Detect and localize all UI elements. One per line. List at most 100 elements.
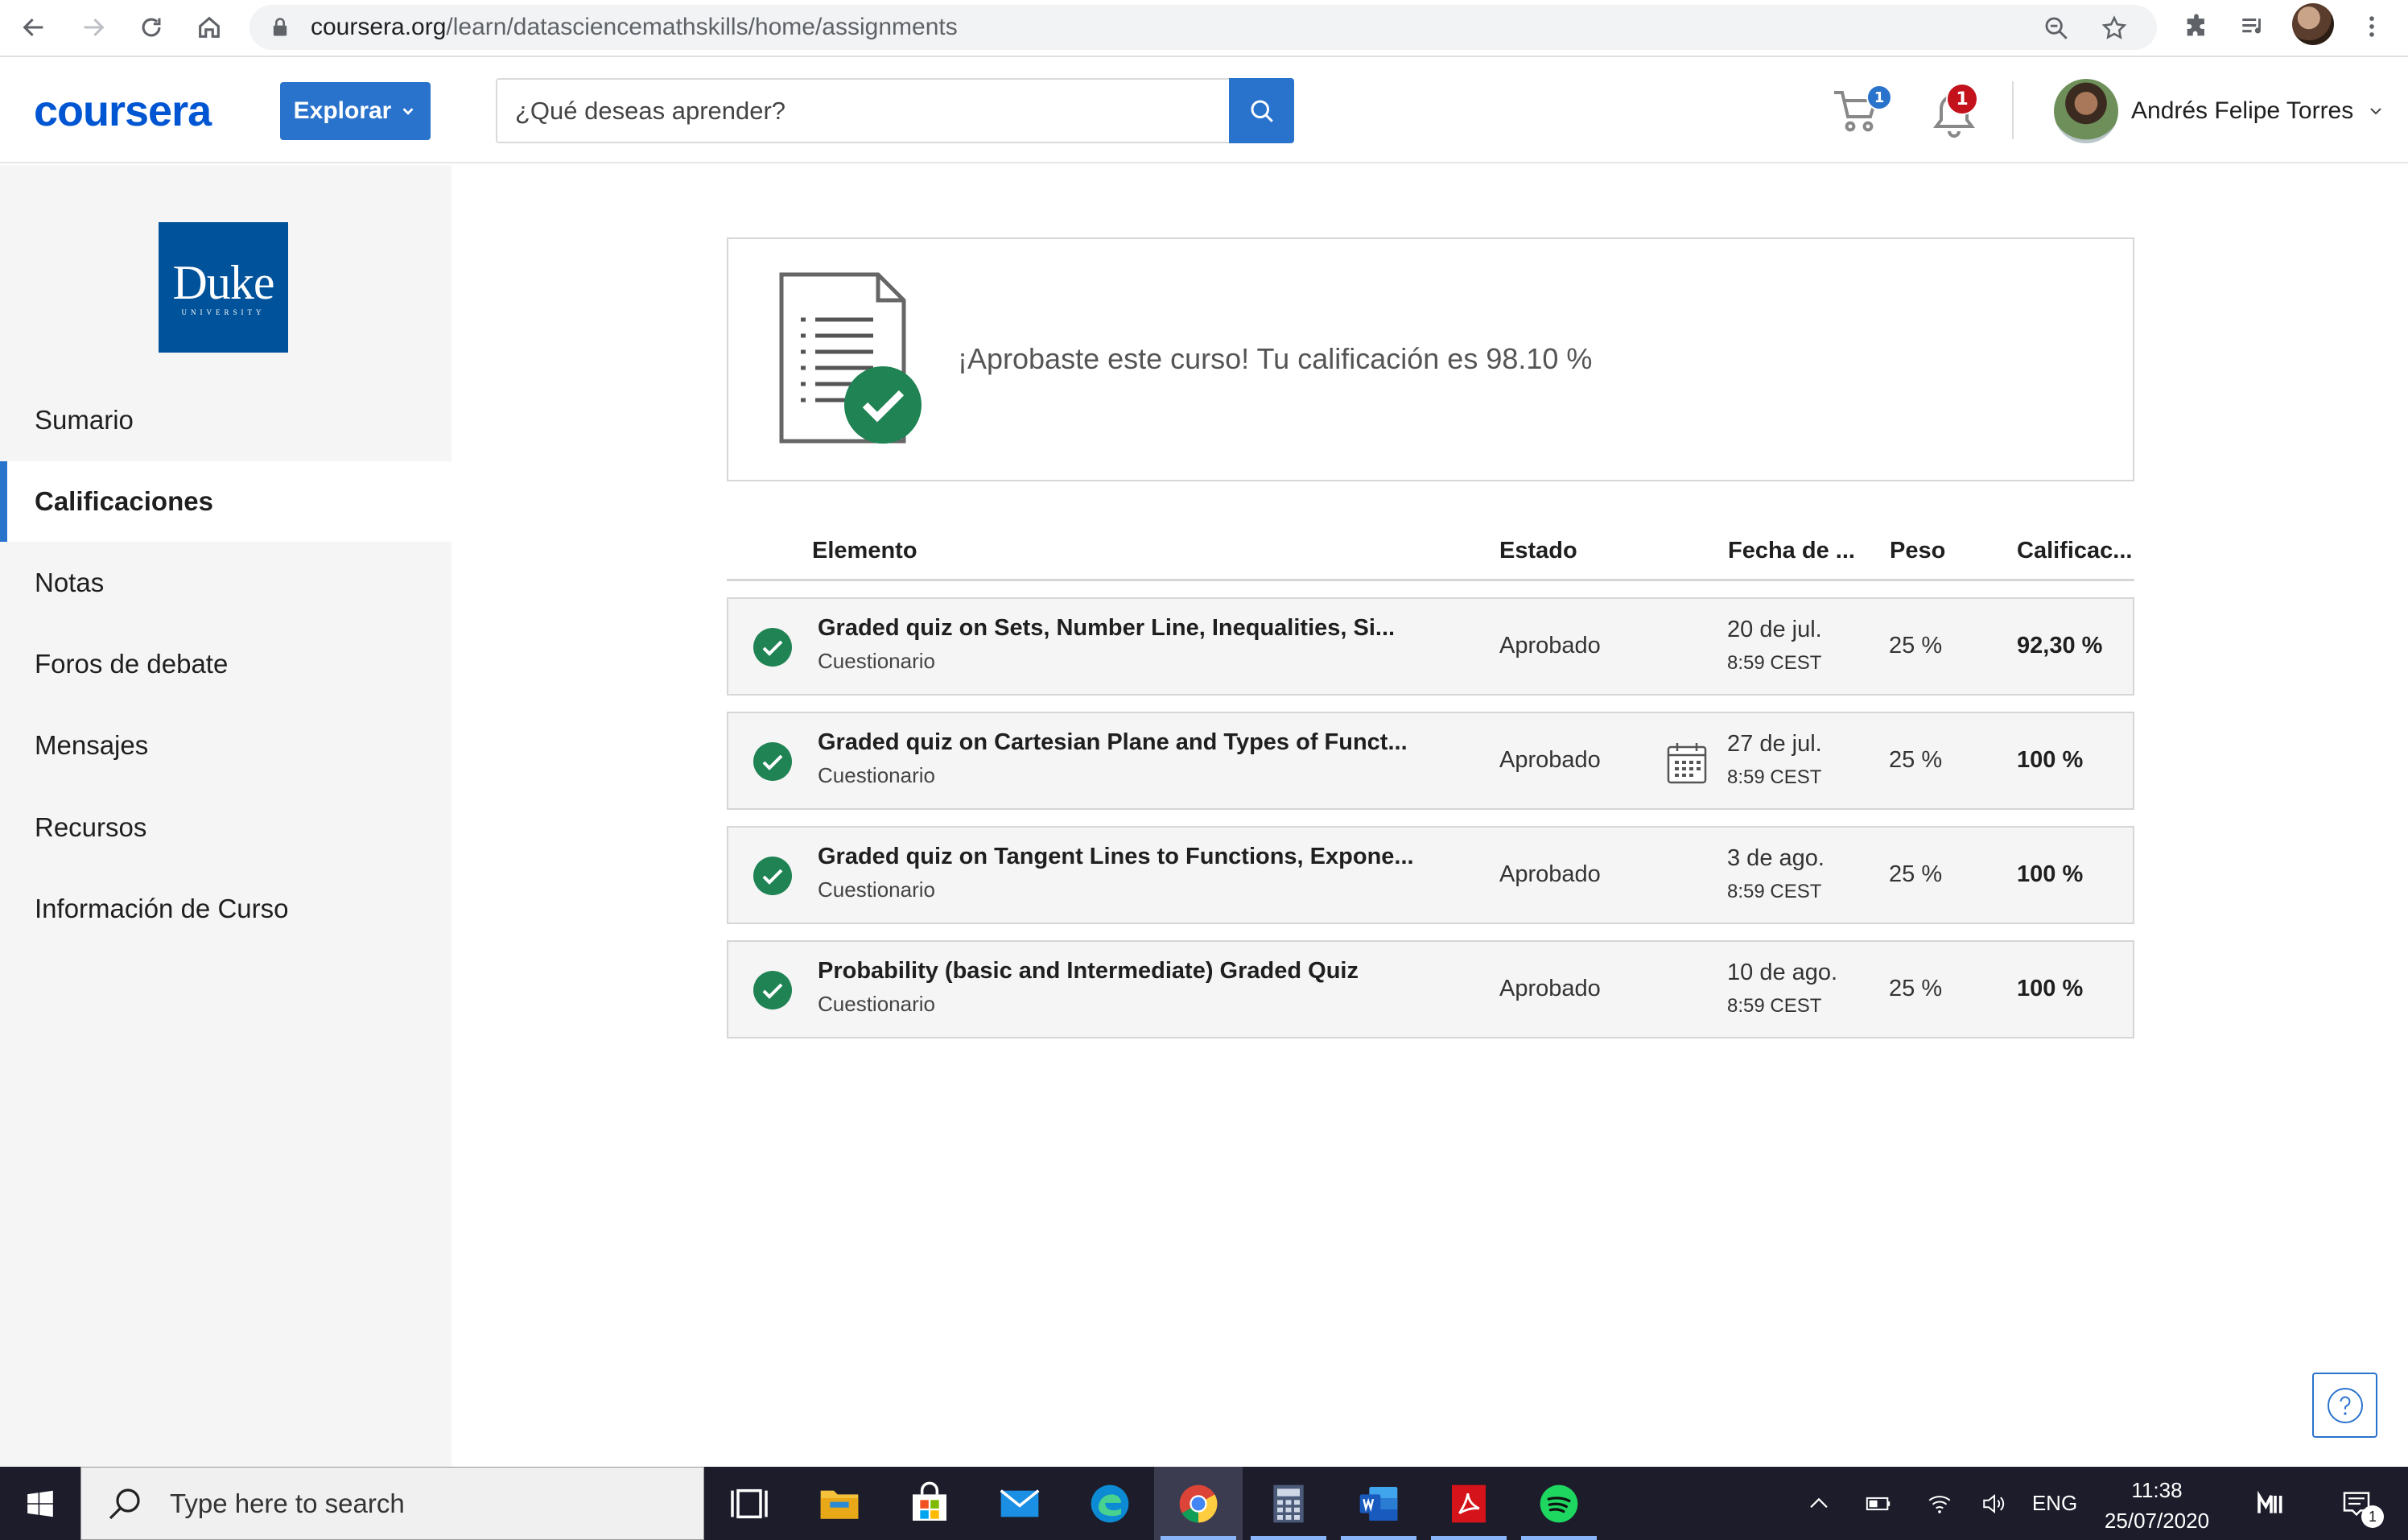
chevron-up-icon [1810,1497,1828,1508]
taskbar-store[interactable] [885,1467,974,1540]
pdf-icon [1452,1484,1486,1522]
search-icon [1251,100,1273,122]
extensions-button[interactable] [2176,6,2216,47]
taskbar-clock[interactable]: 11:38 25/07/2020 [2093,1475,2221,1536]
reload-icon [142,18,161,37]
assignment-weight: 25 % [1889,976,1943,1001]
task-view-button[interactable] [705,1467,794,1540]
header-grade[interactable]: Calificac... [2017,538,2132,564]
help-icon [2327,1387,2363,1423]
forward-button[interactable] [71,5,116,50]
due-date: 10 de ago. [1727,960,1838,985]
assignment-type: Cuestionario [818,649,935,673]
network-indicator[interactable] [1920,1467,1959,1540]
taskbar-mail[interactable] [975,1467,1064,1540]
lock-icon [273,18,287,36]
word-icon [1359,1486,1398,1521]
search-input[interactable] [496,78,1230,143]
check-circle-icon [752,741,794,782]
notification-count-badge: 1 [1946,83,1978,115]
sidebar-item-recursos[interactable]: Recursos [0,787,452,868]
header-status[interactable]: Estado [1499,538,1577,564]
sidebar-item-sumario[interactable]: Sumario [0,380,452,460]
help-button[interactable] [2312,1373,2377,1438]
mail-icon [1000,1488,1040,1517]
windows-logo-icon [27,1490,53,1517]
assignment-type: Cuestionario [818,763,935,787]
sidebar-item-informacion[interactable]: Información de Curso [0,869,452,949]
assignment-status: Aprobado [1499,861,1601,887]
spotify-icon [1540,1484,1578,1522]
calendar-icon[interactable] [1666,741,1708,786]
header-weight[interactable]: Peso [1890,538,1945,564]
assignment-grade: 100 % [2017,861,2084,887]
user-name: Andrés Felipe Torres [2131,97,2354,124]
sidebar-item-foros[interactable]: Foros de debate [0,624,452,704]
language-text: ENG [2031,1491,2078,1515]
speaker-icon [1983,1493,2005,1513]
zoom-icon[interactable] [2043,14,2070,42]
chevron-down-icon [402,108,414,115]
chevron-down-icon [2370,108,2381,115]
search-button[interactable] [1229,78,1294,143]
taskbar-spotify[interactable] [1515,1467,1603,1540]
battery-indicator[interactable] [1859,1467,1898,1540]
action-center-button[interactable]: 1 [2331,1467,2384,1540]
university-sub: UNIVERSITY [181,308,266,316]
search-icon [109,1488,140,1519]
check-circle-icon [752,626,794,668]
table-row[interactable]: Graded quiz on Tangent Lines to Function… [727,826,2134,924]
puzzle-icon [2187,14,2204,36]
volume-indicator[interactable] [1975,1467,2014,1540]
browser-profile-avatar[interactable] [2292,3,2334,45]
taskbar-calculator[interactable] [1244,1467,1333,1540]
browser-menu-button[interactable] [2352,6,2392,47]
duke-university-logo[interactable]: Duke UNIVERSITY [159,222,288,353]
assignment-title[interactable]: Probability (basic and Intermediate) Gra… [818,958,1445,985]
sidebar-item-calificaciones[interactable]: Calificaciones [0,461,452,542]
user-avatar [2054,79,2118,143]
assignment-title[interactable]: Graded quiz on Tangent Lines to Function… [818,844,1445,870]
due-date: 20 de jul. [1727,617,1822,642]
sidebar-item-notas[interactable]: Notas [0,543,452,623]
notifications-button[interactable]: 1 [1932,83,1988,139]
coursera-logo[interactable]: coursera [34,86,212,136]
language-indicator[interactable]: ENG [2028,1467,2081,1540]
explore-button[interactable]: Explorar [280,82,431,140]
taskbar-word[interactable] [1334,1467,1423,1540]
taskbar-search-text: Type here to search [170,1488,405,1518]
cart-count-badge: 1 [1866,85,1892,110]
table-row[interactable]: Probability (basic and Intermediate) Gra… [727,940,2134,1038]
bookmark-star-icon[interactable] [2101,14,2128,42]
assignment-type: Cuestionario [818,877,935,902]
header-item[interactable]: Elemento [812,538,917,564]
assignment-title[interactable]: Graded quiz on Sets, Number Line, Inequa… [818,615,1445,642]
taskbar-search[interactable]: Type here to search [80,1467,704,1540]
assignment-title[interactable]: Graded quiz on Cartesian Plane and Types… [818,729,1445,756]
start-button[interactable] [0,1467,80,1540]
taskbar-acrobat[interactable] [1425,1467,1513,1540]
user-menu[interactable]: Andrés Felipe Torres [2054,78,2385,144]
cart-button[interactable]: 1 [1831,85,1892,141]
back-button[interactable] [11,5,56,50]
header-divider [2012,81,2014,139]
table-row[interactable]: Graded quiz on Cartesian Plane and Types… [727,712,2134,810]
sidebar-item-mensajes[interactable]: Mensajes [0,705,452,786]
taskbar-edge[interactable] [1066,1467,1154,1540]
assignment-weight: 25 % [1889,633,1943,659]
address-bar[interactable]: coursera.org/learn/datasciencemathskills… [249,5,2157,50]
course-passed-banner: ¡Aprobaste este curso! Tu calificación e… [727,237,2134,481]
document-check-icon [777,270,930,447]
show-hidden-icons[interactable] [1803,1467,1835,1540]
clock-date: 25/07/2020 [2104,1509,2210,1533]
taskbar-file-explorer[interactable] [795,1467,884,1540]
taskbar-chrome[interactable] [1154,1467,1243,1540]
media-button[interactable] [2233,6,2273,47]
meet-now-button[interactable] [2245,1467,2297,1540]
site-header: coursera Explorar 1 1 Andrés Felipe Torr… [0,57,2408,163]
home-button[interactable] [187,5,232,50]
header-due[interactable]: Fecha de ... [1728,538,1855,564]
table-row[interactable]: Graded quiz on Sets, Number Line, Inequa… [727,597,2134,696]
reload-button[interactable] [129,5,174,50]
url-text: coursera.org/learn/datasciencemathskills… [311,14,958,40]
